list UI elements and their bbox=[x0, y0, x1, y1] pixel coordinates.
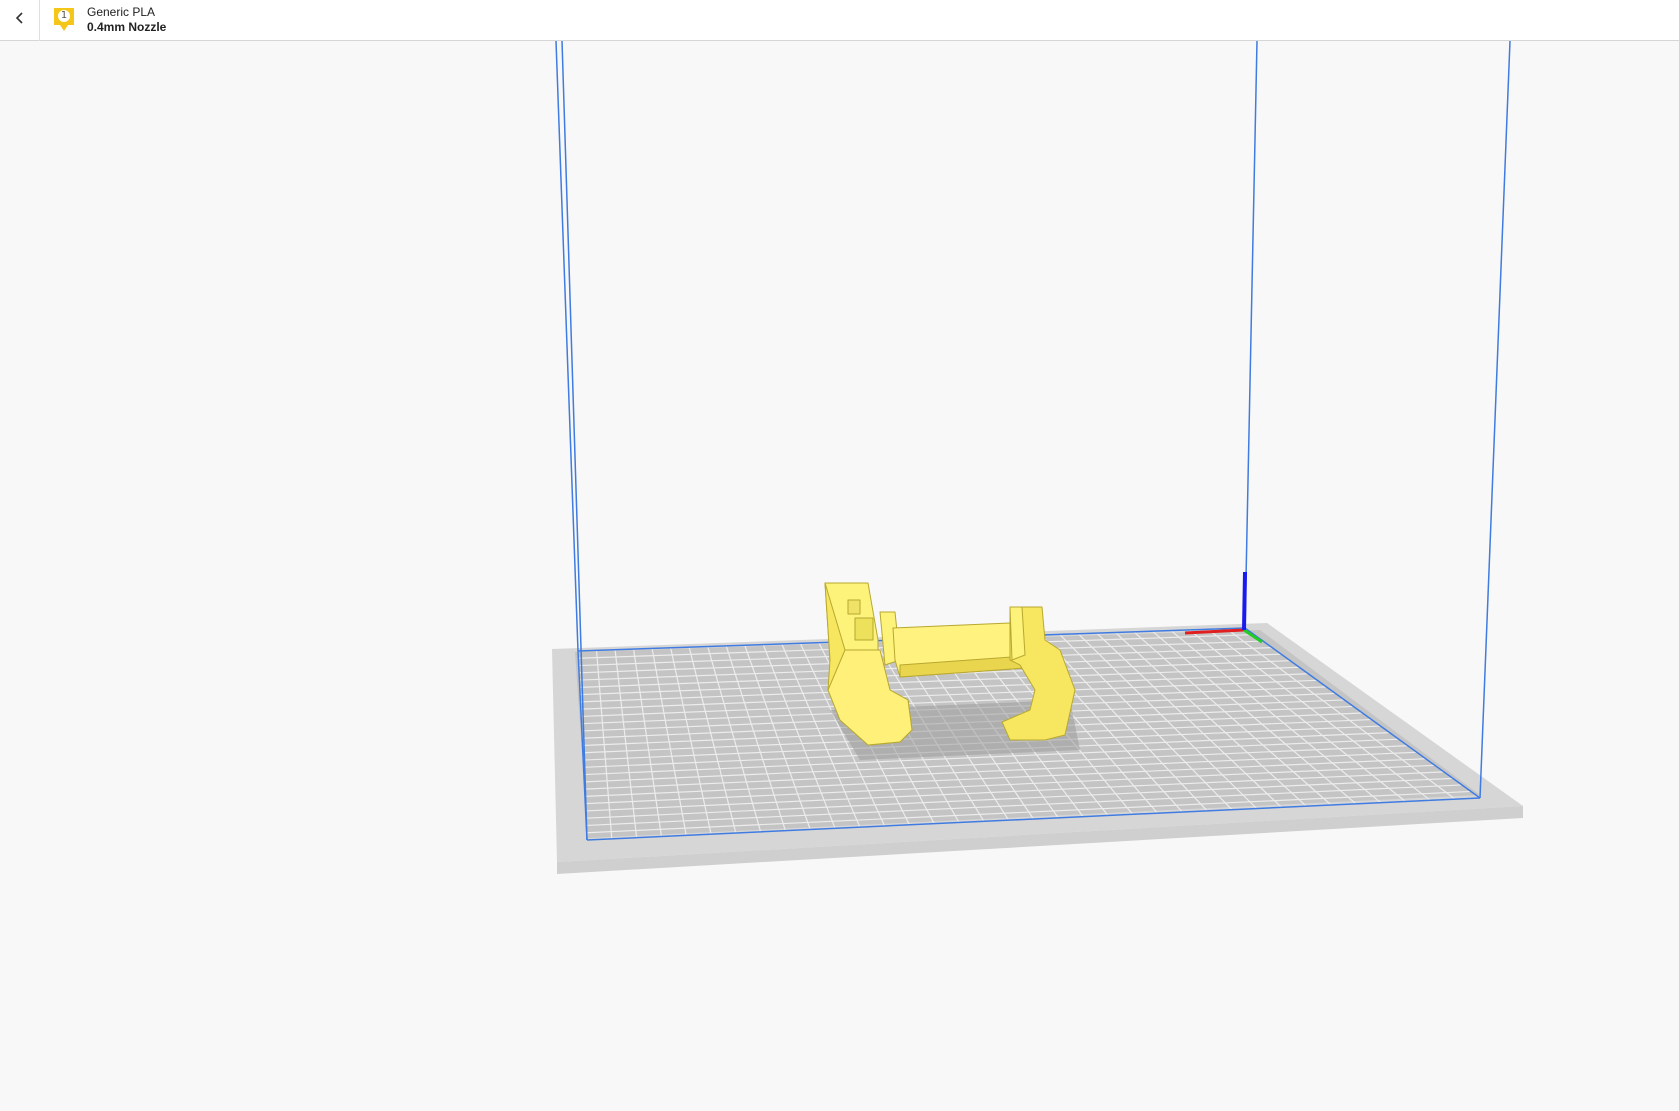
material-name: Generic PLA bbox=[87, 5, 156, 19]
extruder-number: 1 bbox=[60, 10, 68, 21]
top-toolbar: 1 Generic PLA 0.4mm Nozzle bbox=[0, 0, 1679, 41]
extruder-selector[interactable]: 1 Generic PLA 0.4mm Nozzle bbox=[40, 0, 166, 41]
3d-viewport[interactable] bbox=[0, 40, 1679, 1106]
nozzle-size: 0.4mm Nozzle bbox=[87, 20, 167, 34]
scene-canvas bbox=[552, 40, 1523, 874]
chevron-left-icon bbox=[14, 11, 26, 30]
back-button[interactable] bbox=[0, 0, 40, 41]
extruder-icon: 1 bbox=[52, 6, 76, 34]
